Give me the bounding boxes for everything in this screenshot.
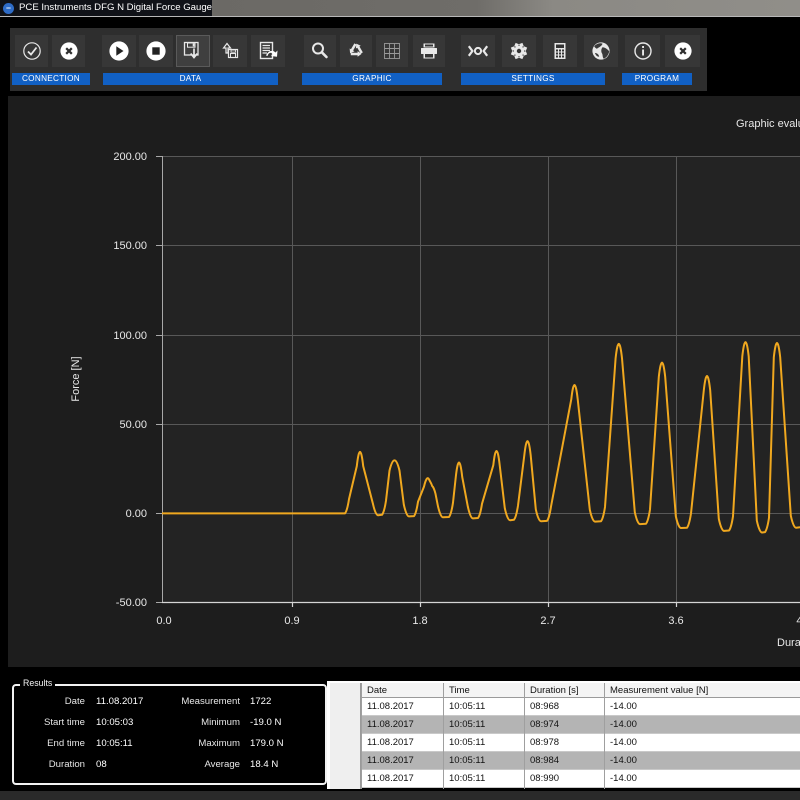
svg-text:100.00: 100.00 (113, 330, 147, 342)
svg-text:3.6: 3.6 (668, 615, 683, 627)
svg-text:150.00: 150.00 (113, 240, 147, 252)
svg-text:50.00: 50.00 (119, 419, 147, 431)
svg-text:Force [N]: Force [N] (70, 356, 82, 401)
svg-text:200.00: 200.00 (113, 151, 147, 163)
svg-text:0.0: 0.0 (156, 615, 171, 627)
svg-text:0.00: 0.00 (126, 508, 147, 520)
svg-text:Duration [s]: Duration [s] (777, 637, 800, 649)
svg-text:-50.00: -50.00 (116, 597, 147, 609)
svg-text:4.5: 4.5 (796, 615, 800, 627)
svg-text:0.9: 0.9 (284, 615, 299, 627)
svg-text:2.7: 2.7 (540, 615, 555, 627)
svg-text:Graphic evaluation: Graphic evaluation (736, 118, 800, 130)
svg-text:1.8: 1.8 (412, 615, 427, 627)
